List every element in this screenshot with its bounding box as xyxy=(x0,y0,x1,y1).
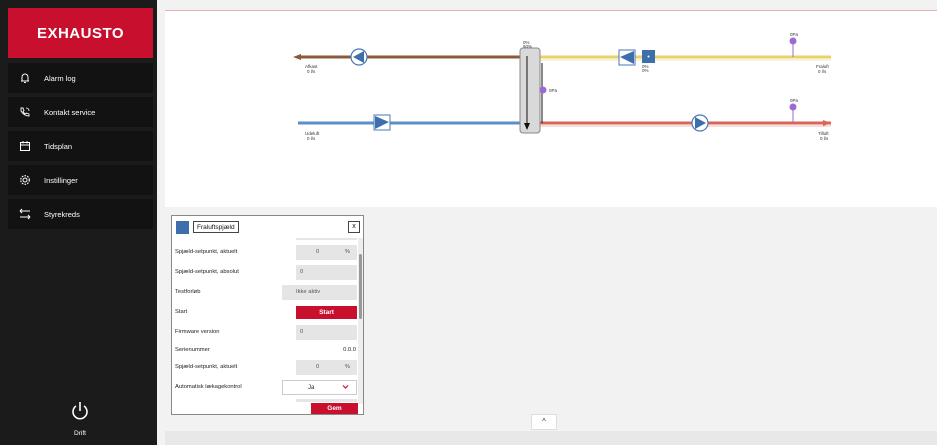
sidebar: EXHAUSTO Alarm log Kontakt service Tidsp… xyxy=(0,0,157,445)
partial-field xyxy=(296,399,357,402)
list-item: Testforløb Ikke aktiv xyxy=(172,284,358,302)
pressure-value: 0Pa xyxy=(549,88,558,93)
phone-icon xyxy=(14,106,36,118)
pressure-value: 0Pa xyxy=(790,32,799,37)
fraluft-value: 0 l/s xyxy=(818,69,827,74)
afkast-value: 0 l/s xyxy=(307,69,316,74)
intake-damper-icon[interactable] xyxy=(373,114,391,131)
sidebar-item-kontakt-service[interactable]: Kontakt service xyxy=(8,97,153,127)
list-item: Automatisk lækagekontrol Ja xyxy=(172,379,358,397)
power-icon xyxy=(69,400,91,424)
ventilation-diagram: Afkast 0 l/s Fraluft 0 l/s Udeluft 0 l/s… xyxy=(165,10,937,207)
calendar-icon xyxy=(14,140,36,152)
row-label: Spjæld-setpunkt, aktuelt xyxy=(175,249,238,255)
bottom-bar xyxy=(165,431,937,445)
gear-icon xyxy=(14,174,36,186)
popup-rows: Spjæld-setpunkt, aktuelt 0 % Spjæld-setp… xyxy=(172,238,358,402)
row-label: Spjæld-setpunkt, aktuelt xyxy=(175,364,238,370)
pressure-sensor-icon[interactable] xyxy=(789,103,797,124)
sidebar-item-label: Styrekreds xyxy=(44,209,80,219)
pressure-value: 0Pa xyxy=(790,98,799,103)
exchanger-percent: 50% xyxy=(523,44,532,49)
list-item: Spjæld-setpunkt, aktuelt 0 % xyxy=(172,244,358,262)
field-value: Ikke aktiv xyxy=(296,289,321,295)
list-item: Spjæld-setpunkt, aktuelt 0 % xyxy=(172,359,358,377)
test-status-field: Ikke aktiv xyxy=(282,285,357,300)
setpoint-field[interactable]: 0 % xyxy=(296,360,357,375)
extract-duct xyxy=(293,54,831,61)
damper-icon xyxy=(176,221,189,234)
partial-field xyxy=(296,238,357,240)
row-label: Serienummer xyxy=(175,347,210,353)
leak-control-select[interactable]: Ja xyxy=(282,380,357,395)
serial-value: 0.0.0 xyxy=(343,347,356,353)
pressure-sensor-icon[interactable] xyxy=(539,86,547,94)
row-label: Start xyxy=(175,309,188,315)
sidebar-item-label: Kontakt service xyxy=(44,107,96,117)
chevron-down-icon xyxy=(342,384,349,392)
exhaust-fan-icon[interactable] xyxy=(350,48,368,66)
sidebar-item-tidsplan[interactable]: Tidsplan xyxy=(8,131,153,161)
popup-title: Fraluftspjæld xyxy=(193,221,239,233)
list-item: Start Start xyxy=(172,304,358,322)
row-label: Firmware version xyxy=(175,329,220,335)
sidebar-item-label: Tidsplan xyxy=(44,141,73,151)
save-button[interactable]: Gem xyxy=(311,403,358,414)
field-value: 0 xyxy=(300,329,304,335)
damper-percent-2: 0% xyxy=(642,68,649,73)
supply-fan-icon[interactable] xyxy=(691,114,709,132)
field-value: 0 xyxy=(316,249,320,255)
select-value: Ja xyxy=(308,385,315,391)
pressure-sensor-icon[interactable] xyxy=(789,37,797,58)
collapse-button[interactable]: ^ xyxy=(531,414,557,430)
close-button[interactable]: x xyxy=(348,221,360,233)
field-unit: % xyxy=(344,249,350,255)
field-value: 0 xyxy=(300,269,304,275)
chevron-up-icon: ^ xyxy=(542,417,546,426)
row-label: Spjæld-setpunkt, absolut xyxy=(175,269,239,275)
heat-exchanger[interactable] xyxy=(519,47,543,134)
tilluft-value: 0 l/s xyxy=(820,136,829,141)
scrollbar-thumb[interactable] xyxy=(359,254,362,319)
field-unit: % xyxy=(344,364,350,370)
bell-icon xyxy=(14,72,36,84)
logo-text: EXHAUSTO xyxy=(36,24,125,42)
start-button[interactable]: Start xyxy=(296,306,357,319)
firmware-field: 0 xyxy=(296,325,357,340)
sidebar-item-styrekreds[interactable]: Styrekreds xyxy=(8,199,153,229)
sidebar-item-alarm-log[interactable]: Alarm log xyxy=(8,63,153,93)
list-item: Spjæld-setpunkt, absolut 0 xyxy=(172,264,358,282)
field-value: 0 xyxy=(316,364,320,370)
absolute-setpoint-field[interactable]: 0 xyxy=(296,265,357,280)
list-item: Serienummer 0.0.0 xyxy=(172,342,358,360)
sidebar-item-label: Instillinger xyxy=(44,175,78,185)
setpoint-field[interactable]: 0 % xyxy=(296,245,357,260)
list-item: Firmware version 0 xyxy=(172,324,358,342)
sidebar-item-instillinger[interactable]: Instillinger xyxy=(8,165,153,195)
damper-settings-popup: Fraluftspjæld x Spjæld-setpunkt, aktuelt… xyxy=(171,215,364,415)
sidebar-item-label: Alarm log xyxy=(44,73,76,83)
arrows-icon xyxy=(14,208,36,220)
row-label: Automatisk lækagekontrol xyxy=(175,384,242,390)
power-button[interactable]: Drift xyxy=(55,400,105,440)
exhausto-logo: EXHAUSTO xyxy=(8,8,153,58)
power-label: Drift xyxy=(74,430,86,437)
scrollbar[interactable] xyxy=(358,238,363,404)
row-label: Testforløb xyxy=(175,289,201,295)
udeluft-value: 0 l/s xyxy=(307,136,316,141)
